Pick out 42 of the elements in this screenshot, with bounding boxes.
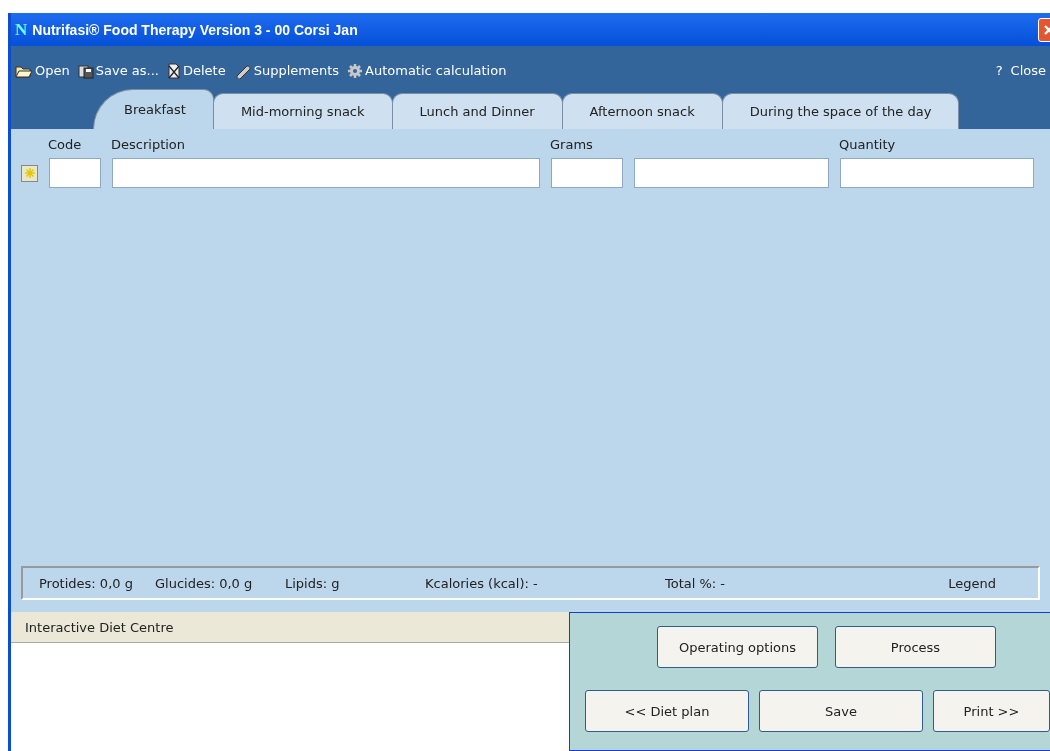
toolbar-button[interactable]: Supplements xyxy=(229,62,344,79)
toolbar-button[interactable]: Automatic calculation xyxy=(343,62,511,79)
summary-value: Kcalories (kcal): - xyxy=(425,575,539,591)
toolbar-button[interactable]: Open xyxy=(11,63,74,78)
input-field[interactable] xyxy=(112,158,540,188)
tab[interactable]: Breakfast xyxy=(93,89,214,129)
asterisk-icon xyxy=(23,167,36,179)
toolbar-button[interactable]: Close xyxy=(1006,63,1050,78)
input-field[interactable] xyxy=(49,158,101,188)
tab[interactable]: Mid-morning snack xyxy=(212,93,393,129)
app-logo-icon: N xyxy=(15,19,28,40)
tab[interactable]: Afternoon snack xyxy=(561,93,723,129)
floppy-disk-icon xyxy=(77,62,94,79)
new-row-button[interactable] xyxy=(21,164,38,182)
summary-value: Protides: 0,0 g xyxy=(39,575,134,591)
summary-value: Lipids: g xyxy=(285,575,341,591)
action-button[interactable]: << Diet plan xyxy=(585,690,749,732)
summary-value: Legend xyxy=(948,575,996,591)
window-title: Nutrifasi® Food Therapy Version 3 - 00 Corsi Jan xyxy=(32,21,358,38)
summary-value: Total %: - xyxy=(665,575,727,591)
action-button[interactable]: Print >> xyxy=(933,690,1050,732)
column-label: Description xyxy=(111,137,186,152)
toolbar-button[interactable]: Delete xyxy=(162,62,230,79)
column-label: Quantity xyxy=(839,137,896,152)
folder-icon xyxy=(15,63,33,78)
input-field[interactable] xyxy=(634,158,829,188)
toolbar-button[interactable]: ? xyxy=(991,63,1007,78)
action-button[interactable]: Process xyxy=(835,626,996,668)
tab[interactable]: During the space of the day xyxy=(721,93,960,129)
delete-icon xyxy=(166,62,181,79)
tab[interactable]: Lunch and Dinner xyxy=(391,93,563,129)
input-field[interactable] xyxy=(551,158,623,188)
panel-title: Interactive Diet Centre xyxy=(25,619,174,635)
action-button[interactable]: Save xyxy=(759,690,923,732)
column-label: Code xyxy=(48,137,82,152)
summary-value: Glucides: 0,0 g xyxy=(155,575,254,591)
input-field[interactable] xyxy=(840,158,1034,188)
action-button[interactable]: Operating options xyxy=(657,626,818,668)
toolbar-button[interactable]: Save as... xyxy=(73,62,163,79)
pill-icon xyxy=(233,62,252,79)
column-label: Grams xyxy=(550,137,593,152)
gear-icon xyxy=(347,62,364,79)
